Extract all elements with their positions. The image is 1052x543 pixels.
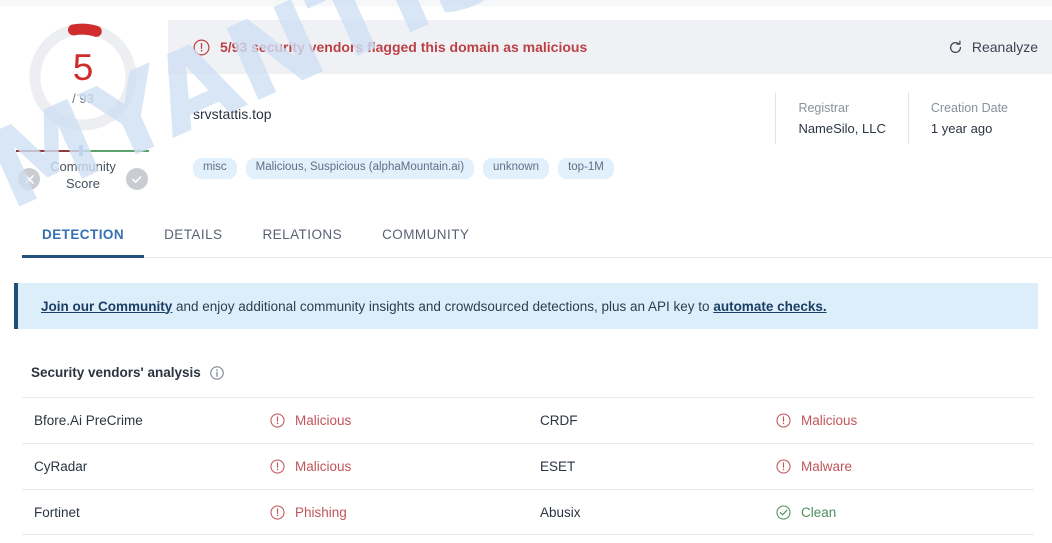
tab-details-label: DETAILS — [164, 226, 223, 242]
meta-creation-date: Creation Date 1 year ago — [907, 92, 1030, 144]
table-row: Bfore.Ai PreCrime Malicious CRDF Malicio… — [22, 397, 1034, 443]
donut-center-labels: 5 / 93 — [26, 20, 140, 134]
table-row: CyRadar Malicious ESET Malware — [22, 443, 1034, 489]
automate-checks-link[interactable]: automate checks. — [713, 299, 826, 314]
community-promo-text: Join our Community and enjoy additional … — [41, 299, 827, 314]
vendor-verdict: Clean — [776, 505, 836, 520]
reanalyze-label: Reanalyze — [971, 39, 1038, 55]
check-circle-icon — [776, 504, 791, 520]
vote-up-button[interactable] — [126, 168, 148, 190]
vendor-verdict-label: Malicious — [801, 413, 858, 428]
domain-name: srvstattis.top — [193, 106, 272, 122]
alert-content: 5/93 security vendors flagged this domai… — [193, 38, 588, 56]
vendor-cell: Bfore.Ai PreCrime Malicious — [22, 398, 528, 443]
vote-down-button[interactable] — [18, 168, 40, 190]
check-icon — [132, 175, 142, 183]
domain-meta-group: Registrar NameSilo, LLC Creation Date 1 … — [775, 92, 1030, 144]
tab-community-label: COMMUNITY — [382, 226, 470, 242]
vendor-verdict-label: Malicious — [295, 413, 352, 428]
vendor-verdict: Malicious — [776, 413, 857, 428]
reanalyze-button[interactable]: Reanalyze — [948, 39, 1038, 55]
tab-relations-label: RELATIONS — [262, 226, 343, 242]
exclamation-circle-icon — [776, 459, 791, 474]
tab-community[interactable]: COMMUNITY — [362, 210, 489, 258]
detection-donut-chart: 5 / 93 — [26, 20, 140, 134]
tag-chip[interactable]: misc — [193, 158, 237, 179]
tag-chip[interactable]: unknown — [483, 158, 550, 179]
virustotal-domain-report: MYANTISPYWARE.COM 5 / 93 Community Score — [0, 0, 1052, 543]
vendor-verdict-label: Phishing — [295, 504, 347, 520]
vendor-name: CyRadar — [34, 459, 88, 474]
tabs-list: DETECTION DETAILS RELATIONS COMMUNITY — [22, 210, 489, 258]
exclamation-circle-icon — [270, 459, 285, 474]
community-promo-middle: and enjoy additional community insights … — [172, 298, 714, 314]
vendor-name: Bfore.Ai PreCrime — [34, 413, 143, 428]
community-score-label-line2: Score — [66, 176, 100, 191]
detection-score-panel: 5 / 93 Community Score — [0, 6, 168, 202]
vendor-cell: CRDF Malicious — [528, 398, 1034, 443]
exclamation-circle-icon — [270, 504, 285, 520]
domain-info-row: srvstattis.top Registrar NameSilo, LLC C… — [168, 92, 1052, 144]
slider-negative-track — [16, 150, 82, 152]
domain-summary-card: 5/93 security vendors flagged this domai… — [168, 6, 1052, 202]
join-community-link[interactable]: Join our Community — [41, 299, 172, 314]
info-circle-icon[interactable] — [210, 365, 224, 380]
tag-chip[interactable]: top-1M — [558, 158, 614, 179]
meta-registrar: Registrar NameSilo, LLC — [775, 92, 907, 144]
slider-knob[interactable] — [79, 145, 83, 156]
domain-tags: misc Malicious, Suspicious (alphaMountai… — [193, 158, 614, 179]
tag-chip[interactable]: Malicious, Suspicious (alphaMountain.ai) — [245, 158, 475, 179]
detection-count: 5 — [72, 46, 94, 88]
community-score-slider[interactable] — [16, 145, 149, 156]
vendor-verdict-label: Clean — [801, 504, 837, 520]
community-score-label-line1: Community — [50, 159, 116, 174]
vendor-verdict-label: Malware — [801, 459, 853, 474]
vendor-cell: ESET Malware — [528, 444, 1034, 489]
tab-relations[interactable]: RELATIONS — [242, 210, 362, 258]
malicious-alert-bar: 5/93 security vendors flagged this domai… — [168, 20, 1052, 74]
vendors-table: Bfore.Ai PreCrime Malicious CRDF Malicio… — [22, 397, 1034, 535]
vendor-cell: Fortinet Phishing — [22, 490, 528, 534]
meta-registrar-key: Registrar — [798, 100, 850, 115]
tab-details[interactable]: DETAILS — [144, 210, 242, 258]
slider-positive-track — [82, 150, 149, 152]
report-tabs: DETECTION DETAILS RELATIONS COMMUNITY — [0, 210, 1052, 258]
close-icon — [24, 174, 34, 184]
community-promo-banner: Join our Community and enjoy additional … — [14, 283, 1038, 329]
vendor-verdict: Malware — [776, 459, 852, 474]
vendor-name: ESET — [540, 459, 576, 474]
vendor-name: CRDF — [540, 413, 578, 428]
security-vendors-title: Security vendors' analysis — [31, 365, 201, 380]
meta-creation-date-value: 1 year ago — [930, 120, 993, 136]
refresh-icon — [949, 40, 961, 53]
vendor-name: Abusix — [540, 504, 581, 520]
vendor-verdict: Malicious — [270, 459, 351, 474]
vendor-cell: CyRadar Malicious — [22, 444, 528, 489]
tab-detection[interactable]: DETECTION — [22, 210, 145, 258]
meta-registrar-value: NameSilo, LLC — [798, 120, 886, 136]
meta-creation-date-key: Creation Date — [930, 100, 1008, 115]
table-row: Fortinet Phishing Abusix Clean — [22, 489, 1034, 535]
security-vendors-heading: Security vendors' analysis — [31, 365, 224, 380]
exclamation-circle-icon — [193, 38, 210, 56]
vendor-name: Fortinet — [34, 504, 80, 520]
detection-total: / 93 — [72, 90, 94, 106]
exclamation-circle-icon — [270, 413, 285, 428]
vendor-verdict-label: Malicious — [295, 459, 352, 474]
vendor-cell: Abusix Clean — [528, 490, 1034, 534]
tab-detection-label: DETECTION — [42, 226, 125, 242]
alert-message: 5/93 security vendors flagged this domai… — [220, 39, 588, 55]
vendor-verdict: Phishing — [270, 505, 347, 520]
vendor-verdict: Malicious — [270, 413, 351, 428]
community-score-label: Community Score — [36, 158, 130, 192]
exclamation-circle-icon — [776, 413, 791, 428]
